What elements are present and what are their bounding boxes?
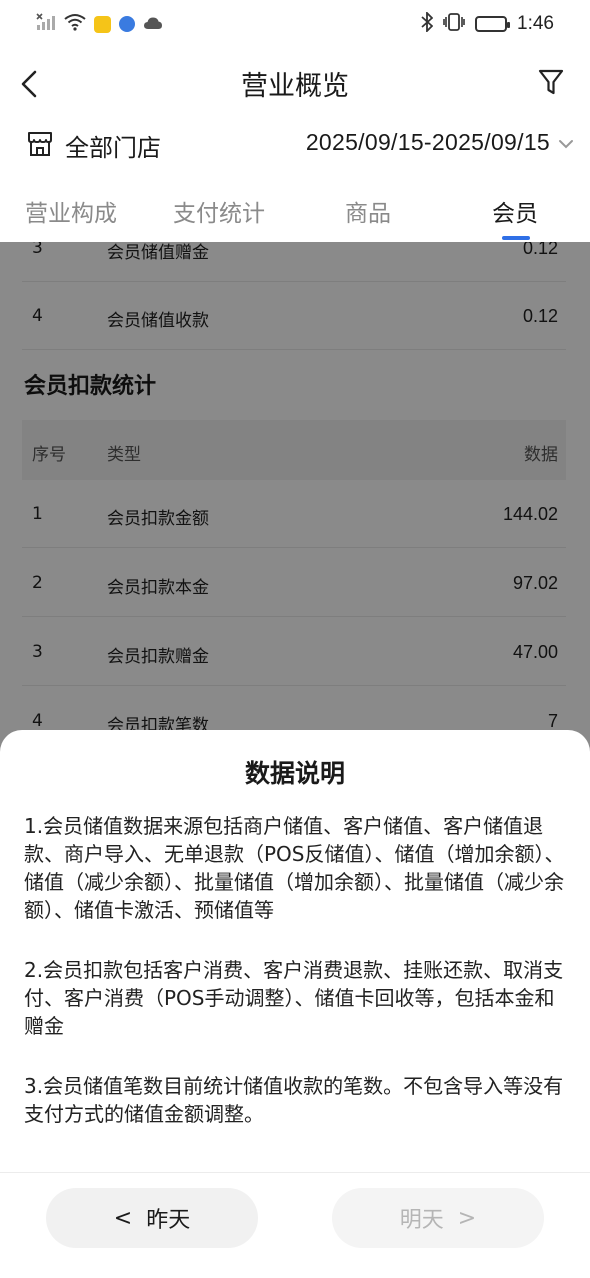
next-day-label: 明天 (399, 1208, 444, 1233)
previous-day-label: 昨天 (146, 1208, 191, 1233)
next-day-button[interactable]: 明天 > (332, 1188, 544, 1248)
wifi-icon (64, 13, 86, 36)
page-title: 营业概览 (241, 71, 349, 102)
store-selector[interactable]: 全部门店 (65, 128, 161, 163)
app-header: 营业概览 (0, 48, 590, 116)
status-left (36, 12, 163, 36)
chevron-down-icon[interactable] (558, 136, 574, 152)
divider (0, 1172, 590, 1173)
app-notification-icon (94, 15, 111, 33)
chevron-right-icon: > (457, 1205, 477, 1231)
filter-button[interactable] (538, 68, 564, 96)
cloud-icon (143, 14, 163, 35)
vibrate-icon (443, 12, 465, 37)
note-paragraph: 2.会员扣款包括客户消费、客户消费退款、挂账还款、取消支付、客户消费（POS手动… (24, 958, 564, 1038)
no-signal-icon (36, 12, 56, 36)
chevron-left-icon: < (113, 1205, 133, 1231)
bluetooth-icon (421, 10, 434, 37)
note-paragraph: 3.会员储值笔数目前统计储值收款的笔数。不包含导入等没有支付方式的储值金额调整。 (24, 1074, 564, 1126)
sheet-title: 数据说明 (244, 759, 345, 788)
browser-icon (119, 16, 135, 32)
active-tab-indicator (502, 236, 530, 240)
store-icon[interactable] (26, 130, 54, 158)
tab-bar: 营业构成 支付统计 商品 会员 (0, 176, 590, 242)
status-bar: 1:46 (0, 0, 590, 48)
data-explanation-sheet: 数据说明 1.会员储值数据来源包括商户储值、客户储值、客户储值退款、商户导入、无… (0, 730, 590, 1278)
clock: 1:46 (517, 13, 554, 34)
status-right: 1:46 (421, 10, 554, 37)
tab-payment-stats[interactable]: 支付统计 (173, 194, 265, 228)
tab-business-composition[interactable]: 营业构成 (25, 194, 117, 228)
previous-day-button[interactable]: < 昨天 (46, 1188, 258, 1248)
date-range-selector[interactable]: 2025/09/15-2025/09/15 (306, 129, 550, 156)
store-date-row: 全部门店 2025/09/15-2025/09/15 (0, 116, 590, 172)
filter-icon (538, 69, 564, 95)
note-paragraph: 1.会员储值数据来源包括商户储值、客户储值、客户储值退款、商户导入、无单退款（P… (24, 814, 565, 922)
tab-members[interactable]: 会员 (492, 194, 538, 228)
tab-products[interactable]: 商品 (345, 194, 391, 228)
battery-icon (475, 16, 511, 32)
